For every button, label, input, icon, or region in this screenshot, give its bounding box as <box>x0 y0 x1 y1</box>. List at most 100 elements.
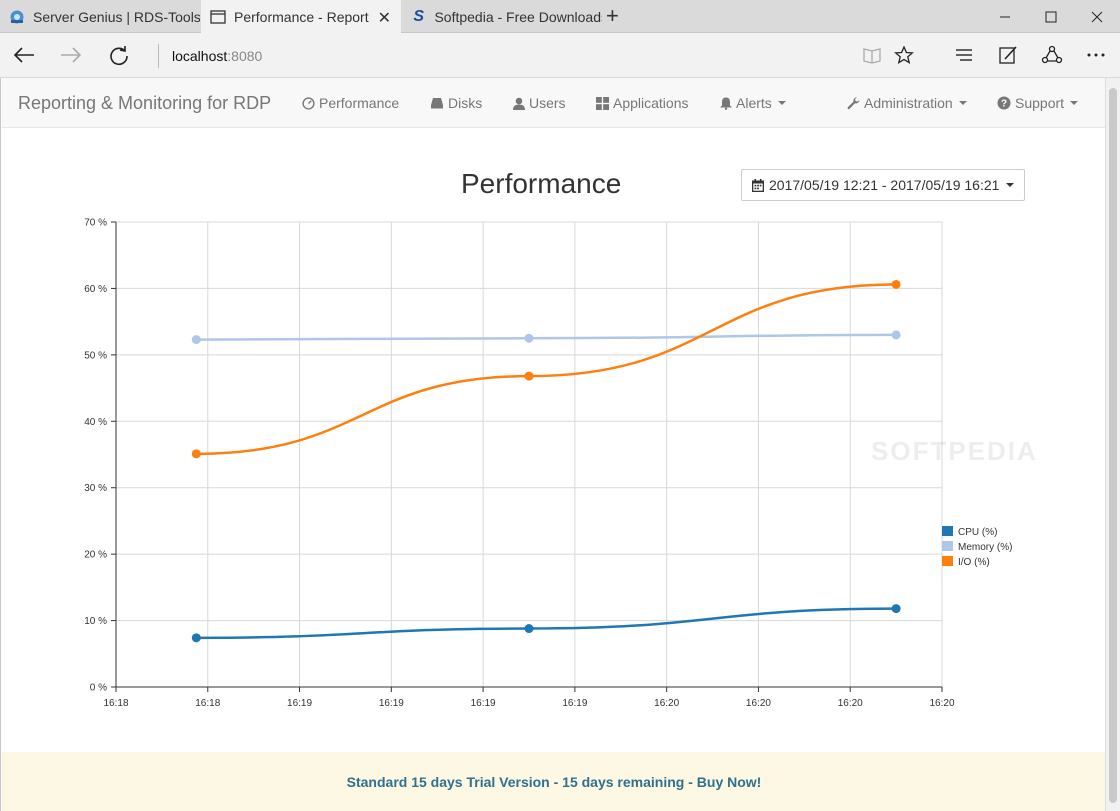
x-tick-label: 16:19 <box>471 698 496 709</box>
forward-icon[interactable] <box>57 41 85 69</box>
close-window-icon[interactable] <box>1074 0 1120 33</box>
nav-support[interactable]: ? Support <box>997 95 1079 111</box>
legend-label: Memory (%) <box>958 542 1012 553</box>
browser-tab-performance[interactable]: Performance - Reporting ✕ <box>201 0 401 33</box>
y-tick-label: 50 % <box>84 350 107 361</box>
legend-swatch <box>942 541 953 551</box>
chevron-down-icon <box>1070 101 1079 105</box>
url-host: localhost <box>172 48 228 64</box>
y-tick-label: 40 % <box>84 417 107 428</box>
nav-performance[interactable]: Performance <box>302 95 399 111</box>
nav-applications[interactable]: Applications <box>596 95 689 111</box>
wrench-icon <box>847 96 860 110</box>
data-point <box>891 330 901 340</box>
server-genius-icon <box>9 9 25 25</box>
y-tick-label: 10 % <box>84 616 107 627</box>
nav-label: Alerts <box>736 95 772 111</box>
legend-swatch <box>942 526 953 536</box>
legend-label: I/O (%) <box>958 557 990 568</box>
browser-tab-server-genius[interactable]: Server Genius | RDS-Tools <box>0 0 200 33</box>
grid-icon <box>596 96 609 110</box>
legend-swatch <box>942 556 953 566</box>
favorite-star-icon[interactable] <box>891 42 917 68</box>
question-icon: ? <box>997 96 1011 110</box>
hub-menu-icon[interactable] <box>951 42 977 68</box>
chevron-down-icon <box>777 101 786 105</box>
y-tick-label: 0 % <box>90 683 107 694</box>
data-point <box>191 335 201 345</box>
nav-alerts[interactable]: Alerts <box>720 95 786 111</box>
svg-text:?: ? <box>1001 99 1007 110</box>
softpedia-icon: S <box>413 7 425 25</box>
url-port: :8080 <box>227 48 263 64</box>
tab-label: Server Genius | RDS-Tools <box>33 8 200 25</box>
close-tab-icon[interactable]: ✕ <box>378 8 391 28</box>
trial-banner: Standard 15 days Trial Version - 15 days… <box>2 752 1106 811</box>
browser-tab-strip: Server Genius | RDS-Tools Performance - … <box>0 0 1120 33</box>
user-icon <box>513 97 525 110</box>
x-tick-label: 16:20 <box>838 698 863 709</box>
series-line-1 <box>196 333 897 341</box>
reading-view-icon[interactable] <box>859 42 885 68</box>
data-point <box>891 604 901 614</box>
tab-label: Performance - Reporting <box>234 8 369 25</box>
y-tick-label: 20 % <box>84 550 107 561</box>
nav-label: Applications <box>613 95 689 111</box>
performance-line-chart: 0 % 10 % 20 % 30 % 40 % 50 % 60 % 70 % 16:18 16:1… <box>84 218 1012 710</box>
back-icon[interactable] <box>10 41 38 69</box>
y-tick-label: 70 % <box>84 218 107 229</box>
y-tick-label: 30 % <box>84 483 107 494</box>
address-bar: localhost:8080 <box>0 33 1120 78</box>
data-point <box>891 279 901 289</box>
chevron-down-icon <box>958 101 967 105</box>
data-point <box>191 633 201 643</box>
brand-title[interactable]: Reporting & Monitoring for RDP <box>18 93 271 114</box>
nav-users[interactable]: Users <box>513 95 566 111</box>
buy-now-link[interactable]: Standard 15 days Trial Version - 15 days… <box>347 774 762 790</box>
date-range-value: 2017/05/19 12:21 - 2017/05/19 16:21 <box>769 177 1000 193</box>
refresh-icon[interactable] <box>105 41 133 69</box>
x-tick-label: 16:19 <box>287 698 312 709</box>
x-tick-label: 16:18 <box>195 698 220 709</box>
scrollbar-thumb[interactable] <box>1109 88 1117 803</box>
scrollbar[interactable] <box>1105 78 1120 811</box>
app-navbar: Reporting & Monitoring for RDP Performan… <box>2 78 1105 128</box>
series-line-2 <box>196 283 897 456</box>
share-icon[interactable] <box>1039 42 1065 68</box>
x-tick-label: 16:20 <box>654 698 679 709</box>
data-point <box>524 333 534 343</box>
url-field[interactable]: localhost:8080 <box>158 44 262 68</box>
minimize-icon[interactable] <box>982 0 1028 33</box>
nav-label: Administration <box>864 95 953 111</box>
dashboard-icon <box>302 96 315 110</box>
data-point <box>191 449 201 459</box>
legend-label: CPU (%) <box>958 527 997 538</box>
data-point <box>524 624 534 634</box>
bell-icon <box>720 97 732 110</box>
x-tick-label: 16:18 <box>103 698 128 709</box>
hdd-icon <box>430 97 444 109</box>
x-tick-label: 16:20 <box>746 698 771 709</box>
new-tab-button[interactable]: + <box>606 4 619 28</box>
nav-administration[interactable]: Administration <box>847 95 967 111</box>
browser-tab-softpedia[interactable]: S Softpedia - Free Downloads <box>402 0 602 33</box>
date-range-picker[interactable]: 2017/05/19 12:21 - 2017/05/19 16:21 <box>741 169 1025 201</box>
nav-label: Performance <box>319 95 400 111</box>
x-tick-label: 16:19 <box>562 698 587 709</box>
data-point <box>524 371 534 381</box>
chevron-down-icon <box>1006 183 1015 187</box>
y-tick-label: 60 % <box>84 284 107 295</box>
nav-label: Support <box>1015 95 1065 111</box>
nav-disks[interactable]: Disks <box>430 95 482 111</box>
nav-label: Disks <box>448 95 483 111</box>
page-title: Performance <box>461 168 622 199</box>
series-line-0 <box>196 607 897 640</box>
calendar-icon <box>752 178 764 192</box>
x-tick-label: 16:20 <box>929 698 954 709</box>
tab-label: Softpedia - Free Downloads <box>434 8 602 25</box>
nav-label: Users <box>529 95 566 111</box>
page-icon <box>210 9 226 25</box>
more-options-icon[interactable] <box>1083 42 1109 68</box>
web-note-icon[interactable] <box>995 42 1021 68</box>
maximize-icon[interactable] <box>1028 0 1074 33</box>
